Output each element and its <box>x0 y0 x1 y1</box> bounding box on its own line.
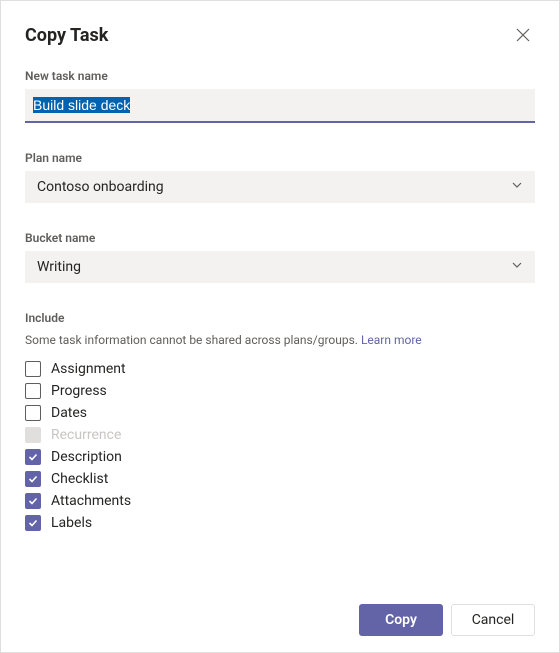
bucket-name-label: Bucket name <box>25 231 535 245</box>
plan-select-value: Contoso onboarding <box>37 179 164 195</box>
chevron-down-icon <box>511 179 523 195</box>
task-name-label: New task name <box>25 69 535 83</box>
include-item: Assignment <box>25 361 535 377</box>
include-checkbox <box>25 427 41 443</box>
close-button[interactable] <box>511 23 535 47</box>
include-item-label: Checklist <box>51 471 108 487</box>
learn-more-link[interactable]: Learn more <box>361 333 422 347</box>
include-helper-text: Some task information cannot be shared a… <box>25 333 361 347</box>
plan-name-label: Plan name <box>25 151 535 165</box>
include-item-label: Recurrence <box>51 427 121 443</box>
include-checkbox[interactable] <box>25 449 41 465</box>
include-item-label: Labels <box>51 515 92 531</box>
chevron-down-icon <box>511 259 523 275</box>
include-item: Description <box>25 449 535 465</box>
task-name-input[interactable] <box>33 95 527 115</box>
bucket-select[interactable]: Writing <box>25 251 535 283</box>
include-checkbox[interactable] <box>25 361 41 377</box>
include-heading: Include <box>25 311 535 325</box>
plan-select[interactable]: Contoso onboarding <box>25 171 535 203</box>
include-item-label: Dates <box>51 405 87 421</box>
cancel-button[interactable]: Cancel <box>451 604 535 636</box>
include-item: Labels <box>25 515 535 531</box>
include-checkbox[interactable] <box>25 405 41 421</box>
include-checkbox[interactable] <box>25 383 41 399</box>
include-item-label: Description <box>51 449 122 465</box>
include-item-label: Assignment <box>51 361 126 377</box>
include-item-label: Attachments <box>51 493 131 509</box>
include-item: Dates <box>25 405 535 421</box>
close-icon <box>516 28 530 42</box>
include-item-label: Progress <box>51 383 107 399</box>
include-item: Progress <box>25 383 535 399</box>
dialog-footer: Copy Cancel <box>359 604 535 636</box>
include-checkbox[interactable] <box>25 515 41 531</box>
copy-button[interactable]: Copy <box>359 604 443 636</box>
include-list: Assignment Progress Dates Recurrence Descrip… <box>25 361 535 531</box>
task-name-field-wrap <box>25 89 535 123</box>
dialog-header: Copy Task <box>25 23 535 47</box>
include-checkbox[interactable] <box>25 471 41 487</box>
include-item: Attachments <box>25 493 535 509</box>
include-checkbox[interactable] <box>25 493 41 509</box>
include-helper: Some task information cannot be shared a… <box>25 333 535 347</box>
include-item: Checklist <box>25 471 535 487</box>
dialog-title: Copy Task <box>25 25 108 46</box>
include-item: Recurrence <box>25 427 535 443</box>
bucket-select-value: Writing <box>37 259 81 275</box>
